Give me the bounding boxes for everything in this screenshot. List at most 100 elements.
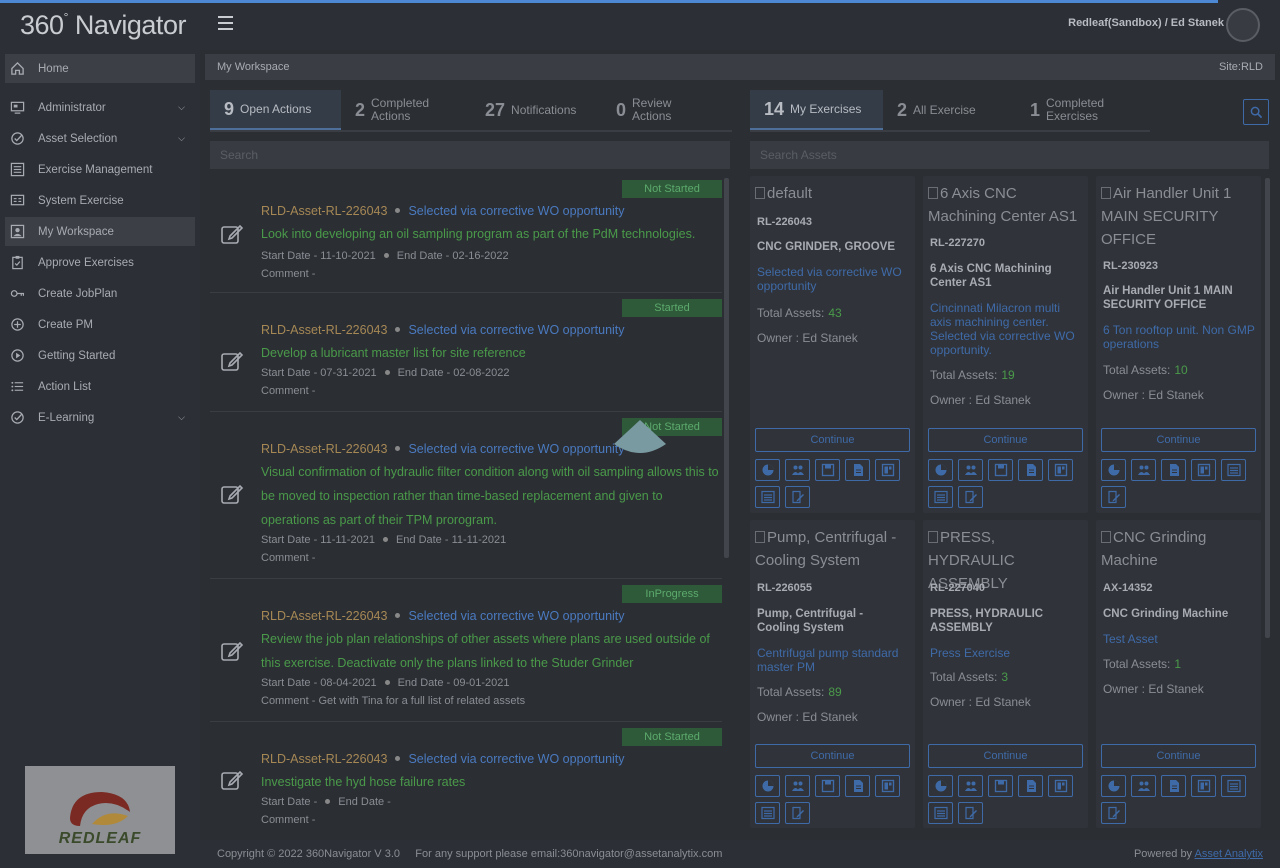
save-button[interactable] bbox=[988, 775, 1013, 797]
edit-icon[interactable] bbox=[220, 639, 244, 663]
tab-all-exercise[interactable]: 2 All Exercise bbox=[883, 90, 1016, 130]
hamburger-menu-icon[interactable] bbox=[218, 16, 233, 30]
action-header: RLD-Asset-RL-226043 Selected via correcti… bbox=[261, 442, 625, 456]
board-button[interactable] bbox=[875, 775, 900, 797]
document-button[interactable] bbox=[1018, 775, 1043, 797]
broken-image-icon bbox=[1101, 187, 1111, 199]
users-button[interactable] bbox=[958, 459, 983, 481]
app-logo[interactable]: 360° Navigator bbox=[20, 10, 186, 41]
assets-search-input[interactable] bbox=[750, 141, 1269, 169]
tab-completed-actions[interactable]: 2 Completed Actions bbox=[341, 90, 471, 130]
sidebar-item-asset-selection[interactable]: Asset Selection ⌵ bbox=[5, 124, 195, 153]
search-button[interactable] bbox=[1243, 99, 1269, 125]
tab-review-actions[interactable]: 0 Review Actions bbox=[602, 90, 732, 130]
users-button[interactable] bbox=[958, 775, 983, 797]
sidebar-item-create-jobplan[interactable]: Create JobPlan bbox=[5, 279, 195, 308]
tab-notifications[interactable]: 27 Notifications bbox=[471, 90, 602, 130]
sidebar-item-e-learning[interactable]: E-Learning ⌵ bbox=[5, 403, 195, 432]
actions-search-input[interactable] bbox=[210, 141, 730, 169]
exercise-grid: default RL-226043 CNC GRINDER, GROOVE Selec… bbox=[750, 176, 1270, 828]
exercise-link[interactable]: Selected via corrective WO opportunity bbox=[408, 204, 624, 218]
pie-chart-button[interactable] bbox=[928, 775, 953, 797]
asset-analytix-link[interactable]: Asset Analytix bbox=[1195, 848, 1263, 860]
sidebar-item-exercise-management[interactable]: Exercise Management bbox=[5, 155, 195, 184]
edit-icon[interactable] bbox=[220, 222, 244, 246]
continue-button[interactable]: Continue bbox=[1101, 744, 1256, 768]
edit-icon[interactable] bbox=[220, 768, 244, 792]
list-indent-button[interactable] bbox=[1221, 459, 1246, 481]
board-icon bbox=[881, 463, 895, 477]
total-assets: Total Assets: 89 bbox=[757, 685, 842, 699]
list-indent-button[interactable] bbox=[755, 486, 780, 508]
user-info[interactable]: Redleaf(Sandbox) / Ed Stanek bbox=[1068, 17, 1224, 29]
tab-open-actions[interactable]: 9 Open Actions bbox=[210, 90, 341, 130]
edit-doc-button[interactable] bbox=[785, 802, 810, 824]
sidebar-item-system-exercise[interactable]: System Exercise bbox=[5, 186, 195, 215]
save-button[interactable] bbox=[815, 459, 840, 481]
continue-button[interactable]: Continue bbox=[928, 744, 1083, 768]
edit-doc-button[interactable] bbox=[958, 486, 983, 508]
tab-completed-exercises[interactable]: 1 Completed Exercises bbox=[1016, 90, 1149, 130]
document-button[interactable] bbox=[1161, 459, 1186, 481]
exercise-link[interactable]: Selected via corrective WO opportunity bbox=[408, 442, 624, 456]
users-button[interactable] bbox=[1131, 459, 1156, 481]
avatar[interactable] bbox=[1226, 8, 1260, 42]
list-indent-button[interactable] bbox=[928, 802, 953, 824]
actions-tabs: 9 Open Actions 2 Completed Actions 27 Notific… bbox=[210, 90, 732, 132]
action-header: RLD-Asset-RL-226043 Selected via correcti… bbox=[261, 204, 625, 218]
action-comment: Comment - bbox=[261, 268, 316, 280]
continue-button[interactable]: Continue bbox=[928, 428, 1083, 452]
sidebar-item-create-pm[interactable]: Create PM bbox=[5, 310, 195, 339]
continue-button[interactable]: Continue bbox=[755, 428, 910, 452]
exercise-scrollbar[interactable] bbox=[1265, 178, 1270, 638]
sidebar-item-home[interactable]: Home bbox=[5, 54, 195, 83]
document-button[interactable] bbox=[1018, 459, 1043, 481]
continue-button[interactable]: Continue bbox=[1101, 428, 1256, 452]
status-badge: Started bbox=[622, 299, 722, 317]
board-button[interactable] bbox=[1048, 459, 1073, 481]
board-button[interactable] bbox=[1191, 459, 1216, 481]
pie-chart-button[interactable] bbox=[755, 775, 780, 797]
exercise-link[interactable]: Selected via corrective WO opportunity bbox=[408, 752, 624, 766]
pie-chart-button[interactable] bbox=[1101, 775, 1126, 797]
broken-image-icon bbox=[755, 187, 765, 199]
list-indent-button[interactable] bbox=[928, 486, 953, 508]
sidebar-item-my-workspace[interactable]: My Workspace bbox=[5, 217, 195, 246]
continue-button[interactable]: Continue bbox=[755, 744, 910, 768]
asset-image: Air Handler Unit 1 MAIN SECURITY OFFICE bbox=[1101, 182, 1256, 251]
users-button[interactable] bbox=[1131, 775, 1156, 797]
sidebar-item-approve-exercises[interactable]: Approve Exercises bbox=[5, 248, 195, 277]
board-button[interactable] bbox=[875, 459, 900, 481]
edit-doc-button[interactable] bbox=[958, 802, 983, 824]
list-indent-button[interactable] bbox=[1221, 775, 1246, 797]
actions-scrollbar[interactable] bbox=[724, 178, 729, 558]
pie-chart-button[interactable] bbox=[928, 459, 953, 481]
board-button[interactable] bbox=[1048, 775, 1073, 797]
pie-chart-button[interactable] bbox=[755, 459, 780, 481]
sidebar-item-label: System Exercise bbox=[38, 194, 124, 207]
edit-doc-button[interactable] bbox=[1101, 486, 1126, 508]
document-button[interactable] bbox=[845, 459, 870, 481]
separator-dot bbox=[395, 756, 401, 762]
document-button[interactable] bbox=[1161, 775, 1186, 797]
save-button[interactable] bbox=[988, 459, 1013, 481]
sidebar-item-administrator[interactable]: Administrator ⌵ bbox=[5, 93, 195, 122]
list-indent-button[interactable] bbox=[755, 802, 780, 824]
asset-id: RLD-Asset-RL-226043 bbox=[261, 323, 388, 337]
sidebar-item-getting-started[interactable]: Getting Started bbox=[5, 341, 195, 370]
exercise-link[interactable]: Selected via corrective WO opportunity bbox=[408, 609, 624, 623]
document-button[interactable] bbox=[845, 775, 870, 797]
users-button[interactable] bbox=[785, 775, 810, 797]
edit-icon[interactable] bbox=[220, 349, 244, 373]
board-button[interactable] bbox=[1191, 775, 1216, 797]
pie-chart-button[interactable] bbox=[1101, 459, 1126, 481]
sidebar-item-action-list[interactable]: Action List bbox=[5, 372, 195, 401]
edit-doc-button[interactable] bbox=[785, 486, 810, 508]
tab-my-exercises[interactable]: 14 My Exercises bbox=[750, 90, 883, 130]
play-circle-icon bbox=[8, 347, 26, 365]
edit-icon[interactable] bbox=[220, 482, 244, 506]
users-button[interactable] bbox=[785, 459, 810, 481]
exercise-link[interactable]: Selected via corrective WO opportunity bbox=[408, 323, 624, 337]
edit-doc-button[interactable] bbox=[1101, 802, 1126, 824]
save-button[interactable] bbox=[815, 775, 840, 797]
